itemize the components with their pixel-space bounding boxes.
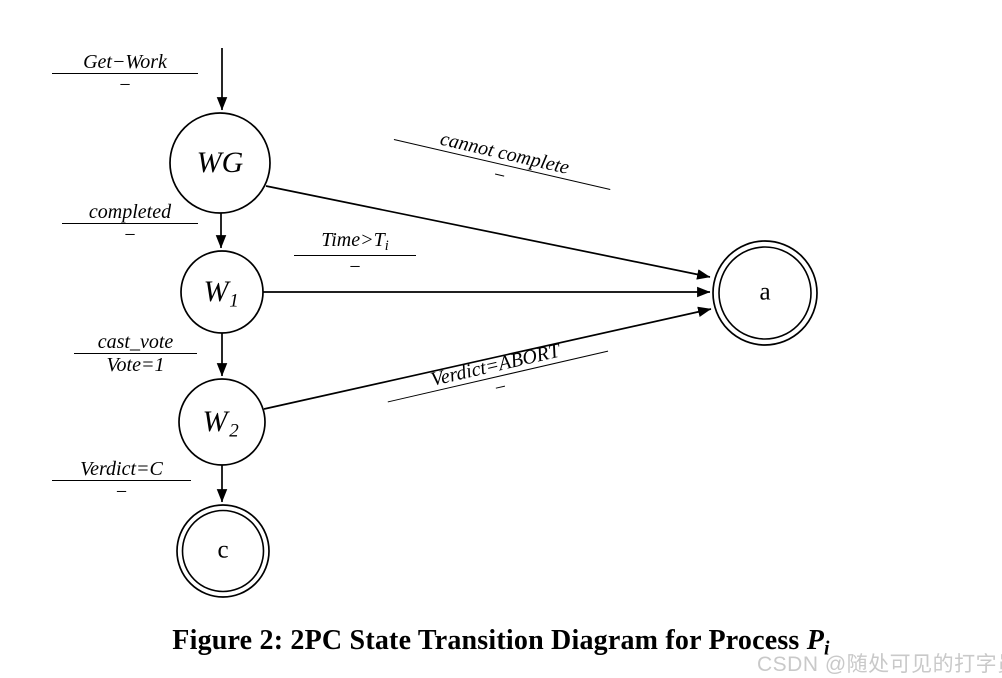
edge-label-W1-to-a-numerator-subscript: i (384, 238, 389, 255)
edge-label-start-to-WG-numerator: Get−Work (83, 51, 167, 73)
edge-label-W2-to-c: Verdict=C − (52, 459, 191, 503)
edge-label-W1-to-W2-denominator: Vote=1 (106, 354, 165, 377)
figure-caption-symbol-subscript: i (824, 638, 830, 660)
state-node-WG[interactable]: WG (169, 112, 271, 214)
state-node-a-label: a (759, 279, 770, 306)
edge-label-W1-to-a: Time>Ti − (294, 230, 416, 277)
edge-label-WG-to-W1: completed − (62, 202, 198, 246)
edge-label-W1-to-a-denominator: − (349, 255, 361, 278)
figure-caption-symbol-letter: P (806, 625, 825, 656)
state-node-W2[interactable]: W 2 (178, 378, 266, 466)
edge-label-W1-to-a-numerator: Time>Ti (294, 230, 416, 255)
state-node-a[interactable]: a (712, 240, 818, 346)
edge-label-start-to-WG-denominator: − (119, 74, 131, 97)
state-node-W1-subscript: 1 (229, 290, 239, 311)
edge-label-start-to-WG: Get−Work − (52, 52, 198, 96)
edge-label-W1-to-W2-numerator: cast_vote (97, 331, 174, 353)
edge-label-WG-to-W1-denominator: − (124, 224, 136, 247)
edge-label-W2-to-c-denominator: − (115, 481, 128, 504)
state-node-WG-label: WG (197, 146, 244, 179)
state-node-W2-label: W (203, 405, 231, 438)
figure-caption: Figure 2: 2PC State Transition Diagram f… (0, 625, 1002, 660)
state-node-W1[interactable]: W 1 (180, 250, 264, 334)
figure-container: WG W 1 W 2 c a Get−Work − completed − ca… (0, 0, 1002, 678)
state-node-c[interactable]: c (176, 504, 270, 598)
edge-label-W1-to-W2: cast_vote Vote=1 (74, 332, 197, 376)
state-node-c-label: c (217, 537, 228, 564)
state-node-W2-subscript: 2 (229, 420, 239, 441)
edge-label-W1-to-a-numerator-text: Time>T (321, 229, 385, 251)
edge-label-W2-to-c-numerator: Verdict=C (80, 458, 163, 480)
figure-caption-symbol: Pi (806, 625, 830, 660)
state-node-W1-label: W (204, 275, 232, 308)
figure-caption-text: Figure 2: 2PC State Transition Diagram f… (172, 625, 807, 656)
edge-label-WG-to-W1-numerator: completed (88, 201, 172, 223)
